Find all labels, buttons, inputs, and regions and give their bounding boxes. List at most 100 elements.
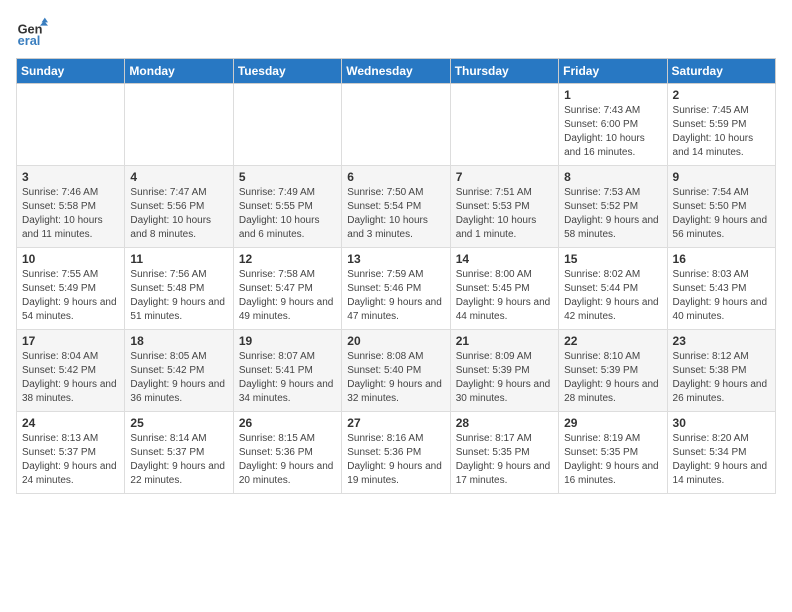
day-info: Sunrise: 8:16 AM Sunset: 5:36 PM Dayligh…: [347, 432, 444, 488]
day-info: Sunrise: 8:02 AM Sunset: 5:44 PM Dayligh…: [564, 268, 661, 324]
day-number: 9: [673, 170, 770, 184]
day-number: 23: [673, 334, 770, 348]
calendar-table: SundayMondayTuesdayWednesdayThursdayFrid…: [16, 58, 776, 494]
day-info: Sunrise: 7:49 AM Sunset: 5:55 PM Dayligh…: [239, 186, 336, 242]
calendar-week-4: 17 Sunrise: 8:04 AM Sunset: 5:42 PM Dayli…: [17, 330, 776, 412]
day-number: 1: [564, 88, 661, 102]
day-info: Sunrise: 7:54 AM Sunset: 5:50 PM Dayligh…: [673, 186, 770, 242]
calendar-cell: 4 Sunrise: 7:47 AM Sunset: 5:56 PM Daylig…: [125, 166, 233, 248]
day-info: Sunrise: 8:09 AM Sunset: 5:39 PM Dayligh…: [456, 350, 553, 406]
day-number: 20: [347, 334, 444, 348]
day-info: Sunrise: 8:03 AM Sunset: 5:43 PM Dayligh…: [673, 268, 770, 324]
day-number: 12: [239, 252, 336, 266]
calendar-cell: 18Sunrise: 8:05 AM Sunset: 5:42 PM Dayli…: [125, 330, 233, 412]
day-header-thursday: Thursday: [450, 59, 558, 84]
day-info: Sunrise: 8:07 AM Sunset: 5:41 PM Dayligh…: [239, 350, 336, 406]
day-info: Sunrise: 7:58 AM Sunset: 5:47 PM Dayligh…: [239, 268, 336, 324]
calendar-cell: 30 Sunrise: 8:20 AM Sunset: 5:34 PM Dayli…: [667, 412, 775, 494]
calendar-cell: 9 Sunrise: 7:54 AM Sunset: 5:50 PM Daylig…: [667, 166, 775, 248]
day-info: Sunrise: 8:05 AM Sunset: 5:42 PM Dayligh…: [130, 350, 227, 406]
day-number: 3: [22, 170, 119, 184]
day-number: 11: [130, 252, 227, 266]
day-number: 29: [564, 416, 661, 430]
calendar-cell: 15 Sunrise: 8:02 AM Sunset: 5:44 PM Dayli…: [559, 248, 667, 330]
calendar-cell: 7 Sunrise: 7:51 AM Sunset: 5:53 PM Daylig…: [450, 166, 558, 248]
logo-icon: Gen eral: [16, 16, 48, 48]
day-number: 13: [347, 252, 444, 266]
calendar-cell: [17, 84, 125, 166]
calendar-header: SundayMondayTuesdayWednesdayThursdayFrid…: [17, 59, 776, 84]
calendar-cell: [125, 84, 233, 166]
day-header-saturday: Saturday: [667, 59, 775, 84]
day-number: 14: [456, 252, 553, 266]
day-header-friday: Friday: [559, 59, 667, 84]
day-info: Sunrise: 7:59 AM Sunset: 5:46 PM Dayligh…: [347, 268, 444, 324]
day-info: Sunrise: 8:15 AM Sunset: 5:36 PM Dayligh…: [239, 432, 336, 488]
calendar-cell: 27 Sunrise: 8:16 AM Sunset: 5:36 PM Dayli…: [342, 412, 450, 494]
calendar-cell: [233, 84, 341, 166]
calendar-cell: 5 Sunrise: 7:49 AM Sunset: 5:55 PM Daylig…: [233, 166, 341, 248]
calendar-week-3: 10Sunrise: 7:55 AM Sunset: 5:49 PM Dayli…: [17, 248, 776, 330]
day-header-sunday: Sunday: [17, 59, 125, 84]
day-number: 8: [564, 170, 661, 184]
day-info: Sunrise: 8:04 AM Sunset: 5:42 PM Dayligh…: [22, 350, 119, 406]
day-number: 15: [564, 252, 661, 266]
day-number: 2: [673, 88, 770, 102]
day-number: 28: [456, 416, 553, 430]
calendar-week-5: 24 Sunrise: 8:13 AM Sunset: 5:37 PM Dayli…: [17, 412, 776, 494]
day-number: 21: [456, 334, 553, 348]
calendar-cell: 29Sunrise: 8:19 AM Sunset: 5:35 PM Dayli…: [559, 412, 667, 494]
calendar-cell: 11 Sunrise: 7:56 AM Sunset: 5:48 PM Dayli…: [125, 248, 233, 330]
day-number: 16: [673, 252, 770, 266]
calendar-cell: 19 Sunrise: 8:07 AM Sunset: 5:41 PM Dayli…: [233, 330, 341, 412]
day-info: Sunrise: 7:50 AM Sunset: 5:54 PM Dayligh…: [347, 186, 444, 242]
calendar-cell: 17 Sunrise: 8:04 AM Sunset: 5:42 PM Dayli…: [17, 330, 125, 412]
calendar-cell: 22 Sunrise: 8:10 AM Sunset: 5:39 PM Dayli…: [559, 330, 667, 412]
calendar-cell: 23 Sunrise: 8:12 AM Sunset: 5:38 PM Dayli…: [667, 330, 775, 412]
calendar-cell: 10Sunrise: 7:55 AM Sunset: 5:49 PM Dayli…: [17, 248, 125, 330]
day-info: Sunrise: 7:46 AM Sunset: 5:58 PM Dayligh…: [22, 186, 119, 242]
day-info: Sunrise: 8:17 AM Sunset: 5:35 PM Dayligh…: [456, 432, 553, 488]
calendar-week-1: 1Sunrise: 7:43 AM Sunset: 6:00 PM Daylig…: [17, 84, 776, 166]
svg-text:eral: eral: [18, 33, 41, 48]
calendar-cell: 26 Sunrise: 8:15 AM Sunset: 5:36 PM Dayli…: [233, 412, 341, 494]
calendar-cell: 16 Sunrise: 8:03 AM Sunset: 5:43 PM Dayli…: [667, 248, 775, 330]
day-number: 10: [22, 252, 119, 266]
day-number: 25: [130, 416, 227, 430]
calendar-cell: 28 Sunrise: 8:17 AM Sunset: 5:35 PM Dayli…: [450, 412, 558, 494]
day-info: Sunrise: 8:08 AM Sunset: 5:40 PM Dayligh…: [347, 350, 444, 406]
day-number: 22: [564, 334, 661, 348]
calendar-cell: 21 Sunrise: 8:09 AM Sunset: 5:39 PM Dayli…: [450, 330, 558, 412]
calendar-cell: [342, 84, 450, 166]
day-number: 19: [239, 334, 336, 348]
calendar-week-2: 3 Sunrise: 7:46 AM Sunset: 5:58 PM Daylig…: [17, 166, 776, 248]
calendar-cell: 8Sunrise: 7:53 AM Sunset: 5:52 PM Daylig…: [559, 166, 667, 248]
day-number: 4: [130, 170, 227, 184]
day-number: 30: [673, 416, 770, 430]
day-number: 24: [22, 416, 119, 430]
calendar-cell: 25 Sunrise: 8:14 AM Sunset: 5:37 PM Dayli…: [125, 412, 233, 494]
day-number: 7: [456, 170, 553, 184]
day-info: Sunrise: 8:14 AM Sunset: 5:37 PM Dayligh…: [130, 432, 227, 488]
day-info: Sunrise: 7:51 AM Sunset: 5:53 PM Dayligh…: [456, 186, 553, 242]
calendar-cell: 1Sunrise: 7:43 AM Sunset: 6:00 PM Daylig…: [559, 84, 667, 166]
day-info: Sunrise: 8:20 AM Sunset: 5:34 PM Dayligh…: [673, 432, 770, 488]
day-info: Sunrise: 8:12 AM Sunset: 5:38 PM Dayligh…: [673, 350, 770, 406]
day-number: 17: [22, 334, 119, 348]
calendar-cell: 2Sunrise: 7:45 AM Sunset: 5:59 PM Daylig…: [667, 84, 775, 166]
calendar-cell: 24 Sunrise: 8:13 AM Sunset: 5:37 PM Dayli…: [17, 412, 125, 494]
calendar-cell: 14Sunrise: 8:00 AM Sunset: 5:45 PM Dayli…: [450, 248, 558, 330]
day-header-tuesday: Tuesday: [233, 59, 341, 84]
day-info: Sunrise: 8:13 AM Sunset: 5:37 PM Dayligh…: [22, 432, 119, 488]
logo: Gen eral: [16, 16, 52, 48]
day-number: 27: [347, 416, 444, 430]
day-header-wednesday: Wednesday: [342, 59, 450, 84]
calendar-cell: 3 Sunrise: 7:46 AM Sunset: 5:58 PM Daylig…: [17, 166, 125, 248]
day-number: 26: [239, 416, 336, 430]
day-info: Sunrise: 7:56 AM Sunset: 5:48 PM Dayligh…: [130, 268, 227, 324]
day-info: Sunrise: 8:10 AM Sunset: 5:39 PM Dayligh…: [564, 350, 661, 406]
day-number: 5: [239, 170, 336, 184]
page-header: Gen eral: [16, 16, 776, 48]
calendar-body: 1Sunrise: 7:43 AM Sunset: 6:00 PM Daylig…: [17, 84, 776, 494]
day-info: Sunrise: 7:47 AM Sunset: 5:56 PM Dayligh…: [130, 186, 227, 242]
